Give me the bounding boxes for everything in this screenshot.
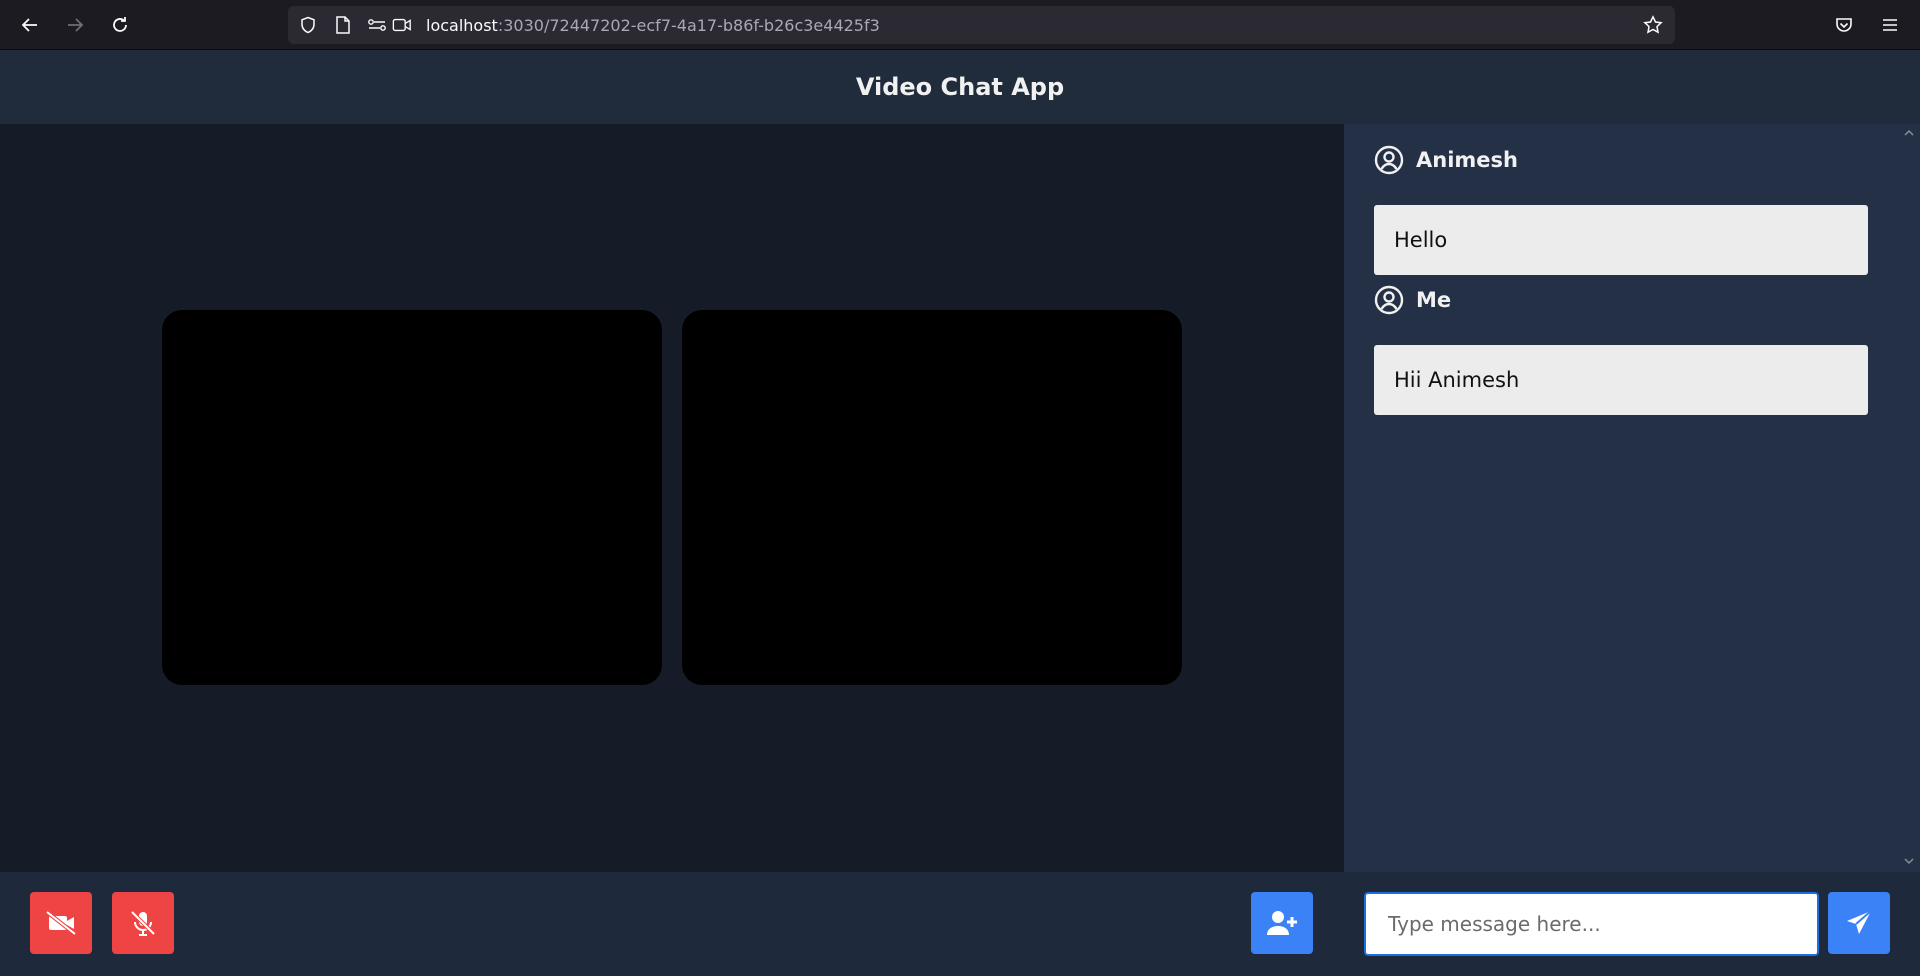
app-title-wrap: Video Chat App: [0, 73, 1920, 101]
local-video: [682, 310, 1182, 685]
address-bar[interactable]: localhost:3030/72447202-ecf7-4a17-b86f-b…: [288, 6, 1675, 44]
pocket-button[interactable]: [1828, 9, 1860, 41]
bookmark-star-icon[interactable]: [1643, 15, 1663, 35]
message-text: Hii Animesh: [1394, 368, 1520, 392]
add-user-button[interactable]: [1251, 892, 1313, 954]
scroll-up-icon[interactable]: [1903, 128, 1915, 140]
permissions-icon[interactable]: [367, 15, 387, 35]
author-name: Me: [1416, 288, 1452, 312]
send-button[interactable]: [1828, 892, 1890, 954]
url-path: :3030/72447202-ecf7-4a17-b86f-b26c3e4425…: [497, 16, 880, 35]
reload-icon: [113, 17, 127, 32]
forward-arrow-icon: [68, 18, 84, 32]
message-text: Hello: [1394, 228, 1448, 252]
video-grid: [0, 124, 1344, 872]
mic-off-icon: [130, 910, 156, 936]
video-off-icon: [45, 910, 77, 936]
reload-button[interactable]: [104, 9, 136, 41]
page-icon[interactable]: [333, 15, 353, 35]
message-bubble: Hii Animesh: [1374, 345, 1868, 415]
user-plus-icon: [1267, 911, 1297, 935]
user-circle-icon: [1374, 285, 1404, 315]
message-bubble: Hello: [1374, 205, 1868, 275]
message-input[interactable]: [1364, 892, 1819, 956]
mic-toggle-button[interactable]: [112, 892, 174, 954]
menu-icon: [1883, 19, 1897, 31]
url-text: localhost:3030/72447202-ecf7-4a17-b86f-b…: [426, 16, 880, 35]
call-controls: [0, 872, 1344, 976]
shield-icon[interactable]: [298, 15, 318, 35]
chat-panel: Animesh Hello Me Hii Animesh: [1344, 124, 1920, 872]
back-button[interactable]: [14, 9, 46, 41]
camera-permission-icon[interactable]: [392, 15, 412, 35]
message-author: Me: [1374, 284, 1451, 316]
message-author: Animesh: [1374, 144, 1518, 176]
remote-video: [162, 310, 662, 685]
scroll-down-icon[interactable]: [1903, 856, 1915, 868]
url-host: localhost: [426, 16, 498, 35]
pocket-icon: [1836, 18, 1852, 32]
send-icon: [1847, 910, 1872, 934]
back-arrow-icon: [21, 18, 37, 32]
menu-button[interactable]: [1874, 9, 1906, 41]
author-name: Animesh: [1416, 148, 1518, 172]
video-chat-app: Video Chat App Animesh Hello Me Hii Anim…: [0, 50, 1920, 976]
app-title: Video Chat App: [855, 73, 1065, 101]
app-header: Video Chat App: [0, 50, 1920, 124]
video-toggle-button[interactable]: [30, 892, 92, 954]
chat-scrollbar[interactable]: [1898, 124, 1920, 872]
forward-button[interactable]: [59, 9, 91, 41]
user-circle-icon: [1374, 145, 1404, 175]
chat-input-bar: [1344, 872, 1920, 976]
browser-toolbar: localhost:3030/72447202-ecf7-4a17-b86f-b…: [0, 0, 1920, 50]
